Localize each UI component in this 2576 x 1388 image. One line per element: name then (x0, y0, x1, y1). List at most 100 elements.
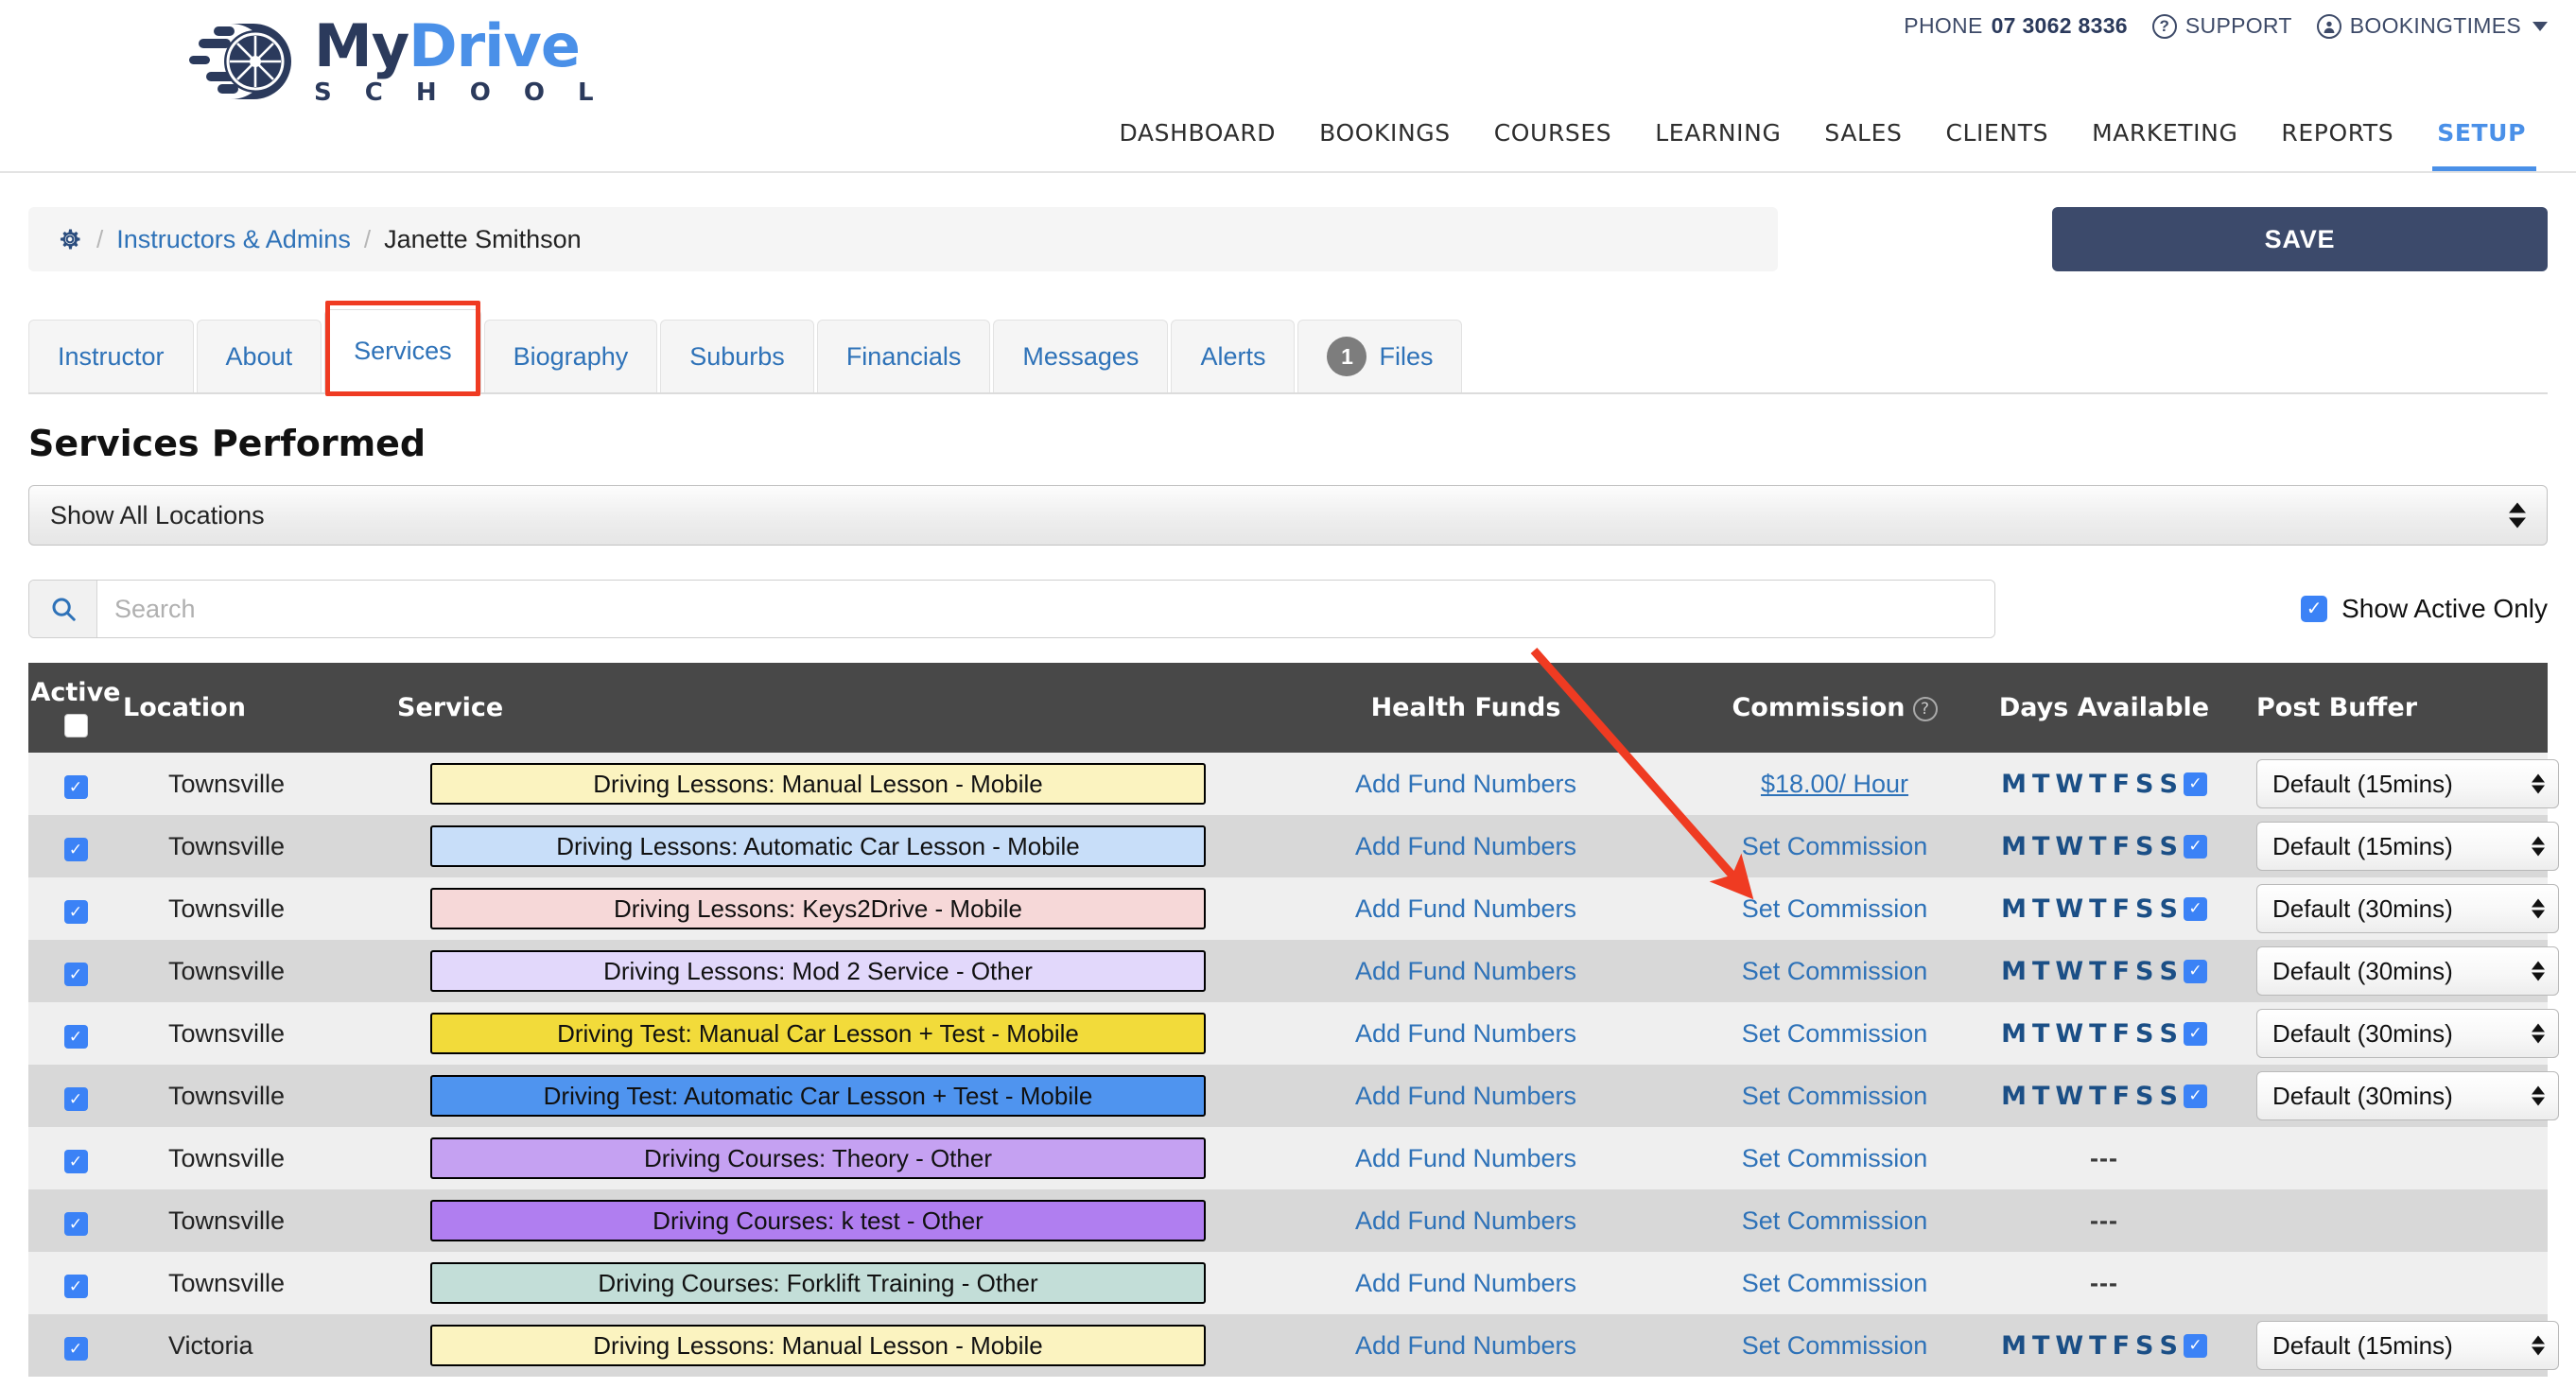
day-letter-0[interactable]: M (2001, 1019, 2027, 1049)
breadcrumb-parent-link[interactable]: Instructors & Admins (116, 225, 351, 254)
day-letter-0[interactable]: M (2001, 1082, 2027, 1111)
row-active-checkbox[interactable]: ✓ (63, 837, 88, 861)
day-letter-5[interactable]: S (2135, 832, 2153, 861)
days-all-checkbox[interactable]: ✓ (2183, 772, 2207, 796)
search-input[interactable] (97, 581, 1994, 637)
service-pill[interactable]: Driving Lessons: Manual Lesson - Mobile (430, 1324, 1206, 1367)
days-all-checkbox[interactable]: ✓ (2183, 896, 2207, 921)
day-letter-4[interactable]: F (2113, 957, 2130, 986)
day-letter-3[interactable]: T (2089, 1331, 2106, 1361)
post-buffer-select[interactable]: Default (30mins) (2256, 884, 2559, 933)
nav-item-learning[interactable]: LEARNING (1633, 119, 1802, 171)
post-buffer-select[interactable]: Default (30mins) (2256, 1009, 2559, 1058)
day-letter-5[interactable]: S (2135, 957, 2153, 986)
row-active-checkbox[interactable]: ✓ (63, 1149, 88, 1173)
service-pill[interactable]: Driving Courses: Forklift Training - Oth… (430, 1261, 1206, 1305)
add-fund-numbers-link[interactable]: Add Fund Numbers (1355, 894, 1576, 923)
add-fund-numbers-link[interactable]: Add Fund Numbers (1355, 1019, 1576, 1048)
day-letter-1[interactable]: T (2032, 770, 2049, 799)
row-active-checkbox[interactable]: ✓ (63, 1336, 88, 1361)
day-letter-1[interactable]: T (2032, 894, 2049, 924)
row-active-checkbox[interactable]: ✓ (63, 774, 88, 799)
save-button[interactable]: SAVE (2052, 207, 2548, 271)
days-all-checkbox[interactable]: ✓ (2183, 834, 2207, 859)
day-letter-0[interactable]: M (2001, 1331, 2027, 1361)
nav-item-marketing[interactable]: MARKETING (2070, 119, 2259, 171)
day-letter-5[interactable]: S (2135, 894, 2153, 924)
days-all-checkbox[interactable]: ✓ (2183, 959, 2207, 983)
tab-files[interactable]: 1 Files (1297, 320, 1463, 392)
days-all-checkbox[interactable]: ✓ (2183, 1021, 2207, 1046)
service-pill[interactable]: Driving Courses: Theory - Other (430, 1136, 1206, 1180)
day-letter-1[interactable]: T (2032, 1331, 2049, 1361)
search-icon[interactable] (29, 581, 97, 637)
show-active-only-checkbox[interactable]: ✓ (2301, 596, 2328, 622)
day-letter-2[interactable]: W (2055, 1082, 2083, 1111)
day-letter-3[interactable]: T (2089, 894, 2106, 924)
day-letter-6[interactable]: S (2159, 832, 2177, 861)
days-all-checkbox[interactable]: ✓ (2183, 1084, 2207, 1108)
help-circle-icon[interactable]: ? (1912, 696, 1938, 721)
row-active-checkbox[interactable]: ✓ (63, 899, 88, 924)
add-fund-numbers-link[interactable]: Add Fund Numbers (1355, 770, 1576, 798)
day-letter-1[interactable]: T (2032, 1082, 2049, 1111)
day-letter-5[interactable]: S (2135, 1019, 2153, 1049)
service-pill[interactable]: Driving Lessons: Automatic Car Lesson - … (430, 824, 1206, 868)
row-active-checkbox[interactable]: ✓ (63, 1211, 88, 1236)
day-letter-0[interactable]: M (2001, 894, 2027, 924)
show-active-only-toggle[interactable]: ✓ Show Active Only (2301, 594, 2548, 624)
day-letter-2[interactable]: W (2055, 832, 2083, 861)
day-letter-1[interactable]: T (2032, 832, 2049, 861)
tab-biography[interactable]: Biography (483, 320, 658, 392)
tab-about[interactable]: About (196, 320, 322, 392)
day-letter-4[interactable]: F (2113, 1019, 2130, 1049)
day-letter-6[interactable]: S (2159, 1331, 2177, 1361)
nav-item-setup[interactable]: SETUP (2415, 119, 2548, 171)
tab-messages[interactable]: Messages (993, 320, 1169, 392)
day-letter-5[interactable]: S (2135, 1082, 2153, 1111)
support-link[interactable]: ? SUPPORT (2151, 13, 2292, 39)
set-commission-link[interactable]: Set Commission (1742, 957, 1928, 985)
day-letter-3[interactable]: T (2089, 832, 2106, 861)
commission-rate-link[interactable]: $18.00/ Hour (1761, 770, 1908, 798)
day-letter-5[interactable]: S (2135, 770, 2153, 799)
account-menu[interactable]: BOOKINGTIMES (2316, 13, 2548, 39)
nav-item-bookings[interactable]: BOOKINGS (1297, 119, 1472, 171)
nav-item-courses[interactable]: COURSES (1472, 119, 1634, 171)
add-fund-numbers-link[interactable]: Add Fund Numbers (1355, 1331, 1576, 1360)
add-fund-numbers-link[interactable]: Add Fund Numbers (1355, 1144, 1576, 1172)
tab-alerts[interactable]: Alerts (1171, 320, 1296, 392)
post-buffer-select[interactable]: Default (30mins) (2256, 1071, 2559, 1120)
service-pill[interactable]: Driving Test: Automatic Car Lesson + Tes… (430, 1074, 1206, 1118)
service-pill[interactable]: Driving Lessons: Manual Lesson - Mobile (430, 762, 1206, 806)
set-commission-link[interactable]: Set Commission (1742, 1206, 1928, 1235)
day-letter-1[interactable]: T (2032, 1019, 2049, 1049)
day-letter-3[interactable]: T (2089, 1082, 2106, 1111)
add-fund-numbers-link[interactable]: Add Fund Numbers (1355, 1206, 1576, 1235)
service-pill[interactable]: Driving Courses: k test - Other (430, 1199, 1206, 1242)
set-commission-link[interactable]: Set Commission (1742, 1269, 1928, 1297)
select-all-checkbox[interactable] (63, 714, 88, 737)
day-letter-3[interactable]: T (2089, 957, 2106, 986)
add-fund-numbers-link[interactable]: Add Fund Numbers (1355, 832, 1576, 860)
tab-suburbs[interactable]: Suburbs (660, 320, 814, 392)
day-letter-6[interactable]: S (2159, 770, 2177, 799)
day-letter-2[interactable]: W (2055, 894, 2083, 924)
tab-financials[interactable]: Financials (816, 320, 991, 392)
row-active-checkbox[interactable]: ✓ (63, 1086, 88, 1111)
brand-logo[interactable]: MyDrive S C H O O L (189, 17, 606, 105)
tab-services[interactable]: Services (324, 301, 481, 396)
add-fund-numbers-link[interactable]: Add Fund Numbers (1355, 957, 1576, 985)
day-letter-6[interactable]: S (2159, 894, 2177, 924)
post-buffer-select[interactable]: Default (30mins) (2256, 946, 2559, 996)
row-active-checkbox[interactable]: ✓ (63, 962, 88, 986)
service-pill[interactable]: Driving Test: Manual Car Lesson + Test -… (430, 1012, 1206, 1055)
day-letter-4[interactable]: F (2113, 1082, 2130, 1111)
nav-item-sales[interactable]: SALES (1802, 119, 1923, 171)
day-letter-4[interactable]: F (2113, 894, 2130, 924)
day-letter-4[interactable]: F (2113, 832, 2130, 861)
day-letter-0[interactable]: M (2001, 957, 2027, 986)
service-pill[interactable]: Driving Lessons: Mod 2 Service - Other (430, 949, 1206, 993)
day-letter-1[interactable]: T (2032, 957, 2049, 986)
day-letter-5[interactable]: S (2135, 1331, 2153, 1361)
